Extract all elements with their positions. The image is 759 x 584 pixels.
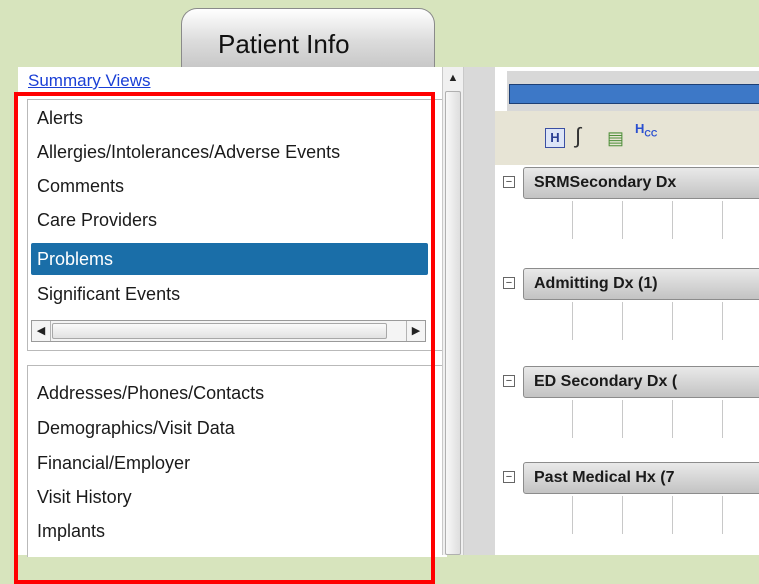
h-icon[interactable]: H	[545, 128, 565, 148]
view-list-secondary: Addresses/Phones/Contacts Demographics/V…	[27, 365, 447, 557]
collapse-icon[interactable]: −	[503, 176, 515, 188]
vertical-scrollbar[interactable]: ▲	[442, 67, 464, 555]
progress-bar	[507, 71, 759, 111]
horizontal-scrollbar[interactable]: ◀ ▶	[31, 320, 426, 342]
section-header[interactable]: Past Medical Hx (7	[523, 462, 759, 494]
map-icon[interactable]: ▤	[607, 128, 624, 149]
scroll-thumb[interactable]	[52, 323, 387, 339]
list-item-financial[interactable]: Financial/Employer	[37, 453, 190, 474]
problems-panel: H ∫ ▤ HCC − SRMSecondary Dx − Admitting …	[495, 67, 759, 555]
collapse-icon[interactable]: −	[503, 471, 515, 483]
section-grid	[523, 400, 759, 438]
collapse-icon[interactable]: −	[503, 277, 515, 289]
list-item-demographics[interactable]: Demographics/Visit Data	[37, 418, 235, 439]
hcc-icon[interactable]: HCC	[635, 121, 657, 139]
section-grid	[523, 496, 759, 534]
collapse-icon[interactable]: −	[503, 375, 515, 387]
stethoscope-icon[interactable]: ∫	[575, 123, 581, 149]
list-item-significant-events[interactable]: Significant Events	[37, 284, 180, 305]
section-header[interactable]: ED Secondary Dx (	[523, 366, 759, 398]
tab-label: Patient Info	[218, 29, 350, 59]
list-item-addresses[interactable]: Addresses/Phones/Contacts	[37, 383, 264, 404]
scroll-right-icon[interactable]: ▶	[406, 321, 425, 341]
list-item-allergies[interactable]: Allergies/Intolerances/Adverse Events	[37, 142, 340, 163]
sidebar: Summary Views Alerts Allergies/Intoleran…	[18, 67, 447, 557]
toolbar: H ∫ ▤ HCC	[495, 111, 759, 165]
vertical-scroll-thumb[interactable]	[445, 91, 461, 555]
list-item-alerts[interactable]: Alerts	[37, 108, 83, 129]
list-item-problems[interactable]: Problems	[31, 243, 428, 275]
summary-views-link[interactable]: Summary Views	[28, 71, 151, 91]
list-item-care-providers[interactable]: Care Providers	[37, 210, 157, 231]
section-grid	[523, 201, 759, 239]
section-header[interactable]: SRMSecondary Dx	[523, 167, 759, 199]
scroll-left-icon[interactable]: ◀	[32, 321, 51, 341]
section-header[interactable]: Admitting Dx (1)	[523, 268, 759, 300]
view-list-primary: Alerts Allergies/Intolerances/Adverse Ev…	[27, 99, 447, 351]
splitter[interactable]	[464, 67, 495, 555]
section-grid	[523, 302, 759, 340]
list-item-visit-history[interactable]: Visit History	[37, 487, 132, 508]
tab-patient-info[interactable]: Patient Info	[181, 8, 435, 67]
scroll-up-icon[interactable]: ▲	[443, 69, 463, 87]
list-item-comments[interactable]: Comments	[37, 176, 124, 197]
list-item-implants[interactable]: Implants	[37, 521, 105, 542]
